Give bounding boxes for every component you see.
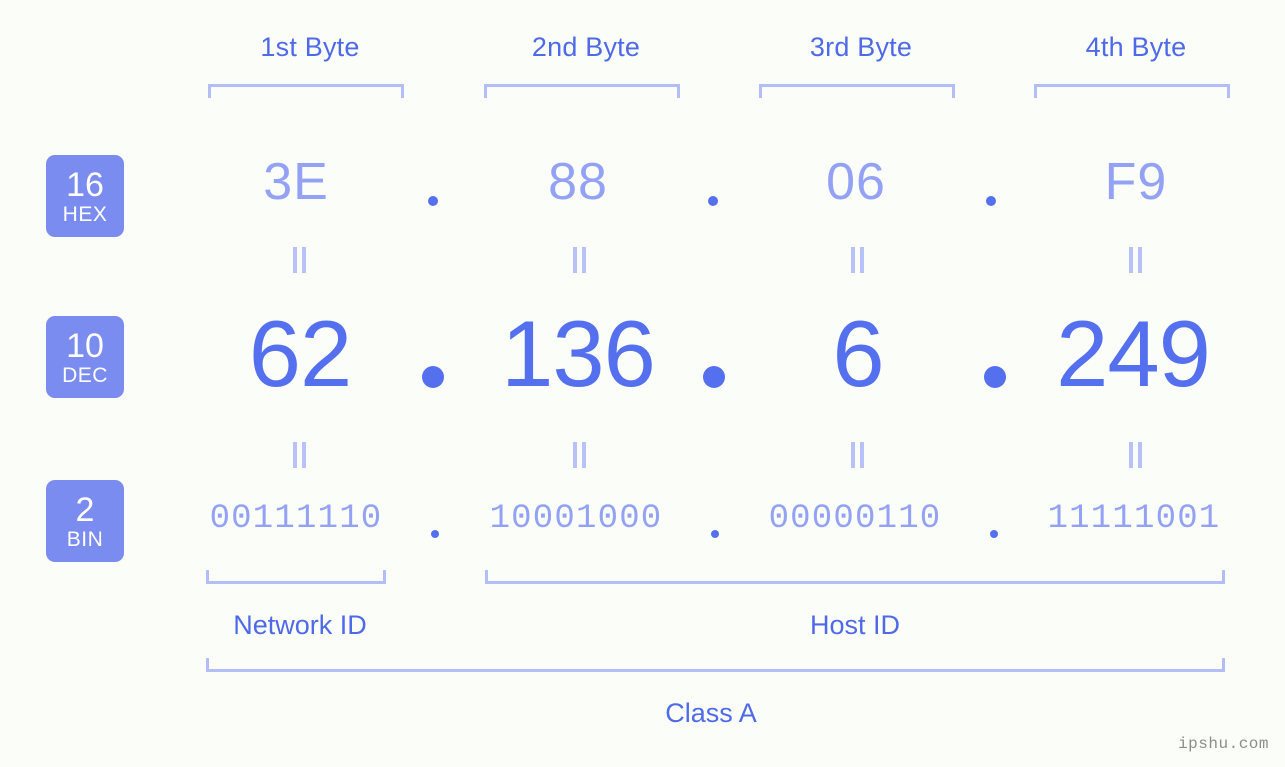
hex-separator-dot-2: [708, 196, 718, 206]
base-badge-hex-word: HEX: [62, 202, 108, 226]
ip-breakdown-diagram: 1st Byte 2nd Byte 3rd Byte 4th Byte 16 H…: [0, 0, 1285, 767]
bin-separator-dot-1: [431, 530, 439, 538]
byte-bracket-2: [484, 84, 680, 98]
dec-separator-dot-2: [703, 366, 725, 388]
base-badge-bin-word: BIN: [66, 527, 104, 551]
equals-mark-dec-bin-1: [293, 442, 307, 468]
equals-mark-dec-bin-4: [1129, 442, 1143, 468]
base-badge-dec-number: 10: [66, 326, 104, 365]
byte-header-1: 1st Byte: [260, 32, 360, 62]
dec-separator-dot-1: [422, 366, 444, 388]
equals-mark-dec-bin-2: [573, 442, 587, 468]
hex-separator-dot-3: [986, 196, 996, 206]
byte-header-2: 2nd Byte: [531, 32, 641, 62]
bin-byte-2: 10001000: [489, 500, 663, 538]
hex-byte-4: F9: [1104, 153, 1168, 211]
equals-mark-dec-bin-3: [851, 442, 865, 468]
dec-byte-1: 62: [248, 301, 353, 406]
bin-byte-1: 00111110: [209, 500, 383, 538]
bin-separator-dot-2: [711, 530, 719, 538]
hex-byte-3: 06: [826, 153, 886, 211]
base-badge-dec: 10 DEC: [46, 316, 124, 398]
base-badge-hex-number: 16: [66, 165, 104, 204]
network-id-bracket: [206, 570, 386, 584]
hex-byte-2: 88: [548, 153, 608, 211]
equals-mark-hex-dec-4: [1129, 247, 1143, 273]
equals-mark-hex-dec-1: [293, 247, 307, 273]
base-badge-dec-word: DEC: [62, 363, 108, 387]
base-badge-bin: 2 BIN: [46, 480, 124, 562]
byte-bracket-1: [208, 84, 404, 98]
class-bracket: [206, 658, 1225, 672]
dec-byte-3: 6: [832, 301, 884, 406]
byte-bracket-4: [1034, 84, 1230, 98]
base-badge-bin-number: 2: [75, 490, 95, 529]
hex-separator-dot-1: [428, 196, 438, 206]
byte-header-3: 3rd Byte: [809, 32, 913, 62]
byte-bracket-3: [759, 84, 955, 98]
bin-byte-3: 00000110: [768, 500, 942, 538]
byte-header-4: 4th Byte: [1085, 32, 1187, 62]
equals-mark-hex-dec-3: [851, 247, 865, 273]
site-watermark: ipshu.com: [1178, 735, 1269, 753]
dec-byte-4: 249: [1056, 301, 1211, 406]
bin-byte-4: 11111001: [1047, 500, 1221, 538]
network-id-label: Network ID: [233, 610, 367, 640]
hex-byte-1: 3E: [263, 153, 329, 211]
bin-separator-dot-3: [990, 530, 998, 538]
host-id-label: Host ID: [809, 610, 901, 640]
host-id-bracket: [485, 570, 1225, 584]
dec-separator-dot-3: [984, 366, 1006, 388]
base-badge-hex: 16 HEX: [46, 155, 124, 237]
equals-mark-hex-dec-2: [573, 247, 587, 273]
dec-byte-2: 136: [501, 301, 656, 406]
class-label: Class A: [665, 698, 757, 728]
